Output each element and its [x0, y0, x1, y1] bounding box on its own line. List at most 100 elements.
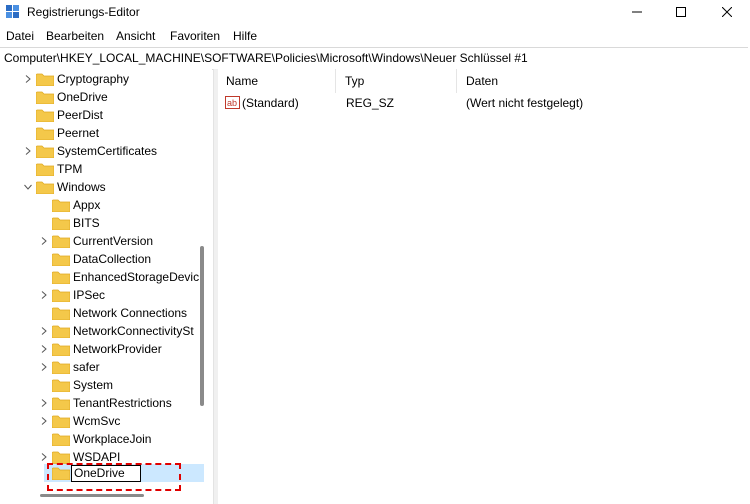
column-type-label: Typ — [345, 74, 365, 88]
folder-icon — [51, 415, 71, 428]
tree-item[interactable]: EnhancedStorageDevic — [40, 268, 199, 286]
folder-icon — [51, 433, 71, 446]
tree-item-label: DataCollection — [73, 252, 152, 266]
folder-icon — [51, 307, 71, 320]
tree-item-label: Cryptography — [57, 72, 130, 86]
folder-icon — [51, 451, 71, 464]
chevron-right-icon[interactable] — [40, 412, 48, 430]
folder-icon — [35, 163, 55, 176]
tree-item[interactable]: IPSec — [40, 286, 105, 304]
menu-help[interactable]: Hilfe — [233, 29, 257, 43]
tree-item[interactable]: safer — [40, 358, 100, 376]
menu-bar: Datei Bearbeiten Ansicht Favoriten Hilfe — [0, 26, 750, 46]
chevron-right-icon[interactable] — [40, 394, 48, 412]
column-data[interactable]: Daten — [458, 69, 750, 93]
chevron-right-icon[interactable] — [40, 232, 48, 250]
tree-item-label: Peernet — [57, 126, 100, 140]
tree-item-label: NetworkProvider — [73, 342, 162, 356]
tree-item[interactable]: WcmSvc — [40, 412, 120, 430]
tree-item[interactable]: Network Connections — [40, 304, 187, 322]
tree-item-label: Network Connections — [73, 306, 188, 320]
title-bar: Registrierungs-Editor — [0, 0, 750, 26]
chevron-down-icon[interactable] — [24, 178, 32, 196]
key-tree[interactable]: Cryptography OneDrive PeerDist Peernet Syste… — [0, 69, 212, 504]
tree-item[interactable]: OneDrive — [24, 88, 108, 106]
folder-icon — [51, 289, 71, 302]
tree-item[interactable]: NetworkConnectivitySt — [40, 322, 194, 340]
tree-item[interactable]: WorkplaceJoin — [40, 430, 151, 448]
values-list[interactable]: Name Typ Daten ab (Standard) REG_SZ (Wer… — [218, 69, 750, 504]
menu-edit[interactable]: Bearbeiten — [46, 29, 104, 43]
close-icon — [722, 7, 732, 17]
tree-item[interactable]: Cryptography — [24, 70, 129, 88]
chevron-right-icon[interactable] — [40, 286, 48, 304]
folder-icon — [51, 217, 71, 230]
folder-icon — [35, 109, 55, 122]
maximize-button[interactable] — [658, 0, 704, 24]
folder-icon — [51, 253, 71, 266]
minimize-icon — [632, 11, 642, 13]
tree-horizontal-scrollbar[interactable] — [40, 494, 144, 497]
tree-item-label: Windows — [57, 180, 106, 194]
tree-item[interactable]: PeerDist — [24, 106, 103, 124]
chevron-right-icon[interactable] — [40, 322, 48, 340]
menu-view[interactable]: Ansicht — [116, 29, 155, 43]
value-data: (Wert nicht festgelegt) — [466, 96, 584, 110]
chevron-right-icon[interactable] — [24, 142, 32, 160]
tree-item-label: PeerDist — [57, 108, 104, 122]
column-name-label: Name — [226, 74, 259, 88]
tree-item-label: WcmSvc — [73, 414, 121, 428]
tree-item[interactable]: SystemCertificates — [24, 142, 157, 160]
tree-vertical-scrollbar[interactable] — [200, 246, 204, 406]
chevron-right-icon[interactable] — [40, 358, 48, 376]
tree-item-label: System — [73, 378, 114, 392]
tree-item[interactable]: NetworkProvider — [40, 340, 162, 358]
tree-item-label: BITS — [73, 216, 100, 230]
folder-icon — [35, 145, 55, 158]
folder-icon — [51, 397, 71, 410]
menu-favorites[interactable]: Favoriten — [170, 29, 220, 43]
tree-item-label: SystemCertificates — [57, 144, 158, 158]
column-data-label: Daten — [466, 74, 499, 88]
value-name: (Standard) — [242, 96, 299, 110]
tree-item-label: TenantRestrictions — [73, 396, 172, 410]
tree-item[interactable]: Peernet — [24, 124, 99, 142]
address-bar[interactable]: Computer\HKEY_LOCAL_MACHINE\SOFTWARE\Pol… — [0, 47, 748, 70]
value-row[interactable]: ab (Standard) REG_SZ (Wert nicht festgel… — [218, 93, 750, 113]
folder-icon — [51, 361, 71, 374]
tree-item[interactable]: System — [40, 376, 113, 394]
minimize-button[interactable] — [614, 0, 660, 24]
column-name[interactable]: Name — [218, 69, 336, 93]
folder-icon — [35, 127, 55, 140]
tree-item[interactable]: DataCollection — [40, 250, 151, 268]
close-button[interactable] — [704, 0, 750, 24]
tree-item-label: WorkplaceJoin — [73, 432, 152, 446]
window-title: Registrierungs-Editor — [27, 5, 140, 19]
menu-file[interactable]: Datei — [6, 29, 34, 43]
tree-item-label: EnhancedStorageDevic — [73, 270, 200, 284]
tree-item[interactable]: BITS — [40, 214, 100, 232]
chevron-right-icon[interactable] — [40, 340, 48, 358]
folder-icon — [51, 325, 71, 338]
tree-item[interactable]: TPM — [24, 160, 82, 178]
tree-item[interactable]: TenantRestrictions — [40, 394, 172, 412]
string-value-icon: ab — [225, 96, 240, 109]
folder-icon — [51, 343, 71, 356]
tree-item-label: IPSec — [73, 288, 106, 302]
column-type[interactable]: Typ — [337, 69, 457, 93]
tree-item-label: safer — [73, 360, 100, 374]
folder-icon — [51, 235, 71, 248]
tree-item[interactable]: CurrentVersion — [40, 232, 153, 250]
tree-item[interactable]: Windows — [24, 178, 106, 196]
tree-item[interactable]: Appx — [40, 196, 100, 214]
chevron-right-icon[interactable] — [24, 70, 32, 88]
tree-item-label: TPM — [57, 162, 83, 176]
